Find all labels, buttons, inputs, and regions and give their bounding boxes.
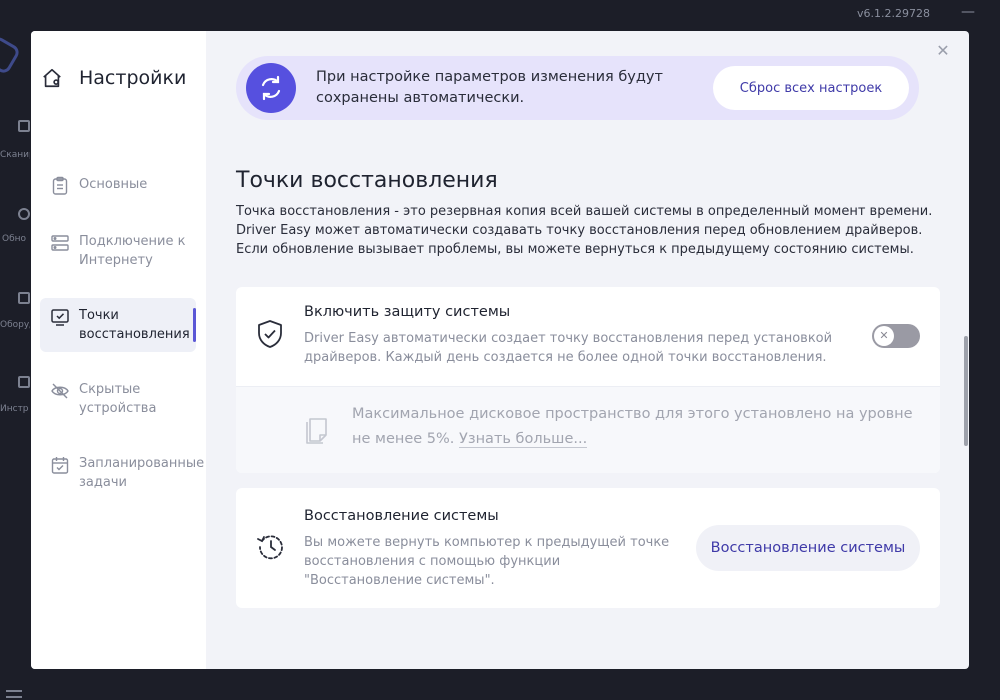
background-sidebar-label: Сканир <box>0 150 30 160</box>
network-icon <box>50 233 70 253</box>
reset-all-settings-button[interactable]: Сброс всех настроек <box>713 66 909 110</box>
sidebar-item-label: Точки восстановления <box>79 308 190 342</box>
sidebar-item-internet[interactable]: Подключение к Интернету <box>40 224 196 278</box>
sidebar-item-label: Запланированные задачи <box>79 456 205 490</box>
autosave-banner: При настройке параметров изменения будут… <box>236 56 919 120</box>
sidebar-title: Настройки <box>79 67 187 89</box>
eye-off-icon <box>50 381 70 401</box>
scrollbar[interactable] <box>964 336 968 446</box>
toggle-off-icon: ✕ <box>874 326 894 346</box>
settings-sidebar: Настройки Основные Подключение к Интерне… <box>31 31 206 669</box>
page-title: Точки восстановления <box>236 168 498 193</box>
background-sidebar-label: Оборуд <box>0 320 30 330</box>
background-sidebar-label: Инстр <box>0 404 29 414</box>
disk-note-icon <box>304 415 332 445</box>
protection-toggle[interactable]: ✕ <box>872 324 920 348</box>
history-icon <box>256 532 286 562</box>
restore-point-icon <box>50 307 70 327</box>
sidebar-item-hidden-devices[interactable]: Скрытые устройства <box>40 372 196 426</box>
sidebar-item-label: Основные <box>79 177 148 192</box>
settings-dialog: Настройки Основные Подключение к Интерне… <box>31 31 969 669</box>
sidebar-item-general[interactable]: Основные <box>40 167 196 204</box>
calendar-check-icon <box>50 455 70 475</box>
background-update-icon <box>0 208 30 220</box>
sidebar-item-label: Скрытые устройства <box>79 382 157 416</box>
sidebar-item-restore-points[interactable]: Точки восстановления <box>40 298 196 352</box>
banner-text: При настройке параметров изменения будут… <box>316 69 663 106</box>
sidebar-item-label: Подключение к Интернету <box>79 234 186 268</box>
menu-icon[interactable] <box>6 690 22 700</box>
background-titlebar: v6.1.2.29728 — <box>0 0 1000 30</box>
clipboard-icon <box>50 176 70 196</box>
system-protection-card: Включить защиту системы Driver Easy авто… <box>236 287 940 473</box>
sidebar-header: Настройки <box>35 61 186 95</box>
protection-description: Driver Easy автоматически создает точку … <box>304 331 833 365</box>
settings-nav: Основные Подключение к Интернету Точки в… <box>40 167 204 520</box>
sidebar-item-scheduled-tasks[interactable]: Запланированные задачи <box>40 446 204 500</box>
disk-space-row: Максимальное дисковое пространство для э… <box>236 386 940 473</box>
protection-row: Включить защиту системы Driver Easy авто… <box>236 287 940 385</box>
minimize-icon[interactable]: — <box>958 4 978 20</box>
app-logo-icon <box>0 34 22 76</box>
background-sidebar: Сканир Обно Оборуд Инстр <box>0 30 30 700</box>
home-settings-icon <box>35 61 69 95</box>
system-restore-button[interactable]: Восстановление системы <box>696 525 920 571</box>
shield-check-icon <box>256 319 284 349</box>
restore-description: Вы можете вернуть компьютер к предыдущей… <box>304 535 670 588</box>
disk-space-text: Максимальное дисковое пространство для э… <box>352 402 922 452</box>
background-hardware-icon <box>0 292 30 304</box>
disk-space-label: Максимальное дисковое пространство для э… <box>352 406 913 447</box>
background-tools-icon <box>0 376 30 388</box>
learn-more-link[interactable]: Узнать больше... <box>459 431 588 448</box>
version-label: v6.1.2.29728 <box>857 7 930 20</box>
background-scan-icon <box>0 120 30 132</box>
settings-content: При настройке параметров изменения будут… <box>206 31 969 669</box>
protection-title: Включить защиту системы <box>304 304 511 320</box>
sync-icon <box>246 63 296 113</box>
restore-title: Восстановление системы <box>304 508 499 524</box>
background-sidebar-label: Обно <box>2 234 27 244</box>
page-description: Точка восстановления - это резервная коп… <box>236 204 933 257</box>
system-restore-card: Восстановление системы Вы можете вернуть… <box>236 488 940 608</box>
